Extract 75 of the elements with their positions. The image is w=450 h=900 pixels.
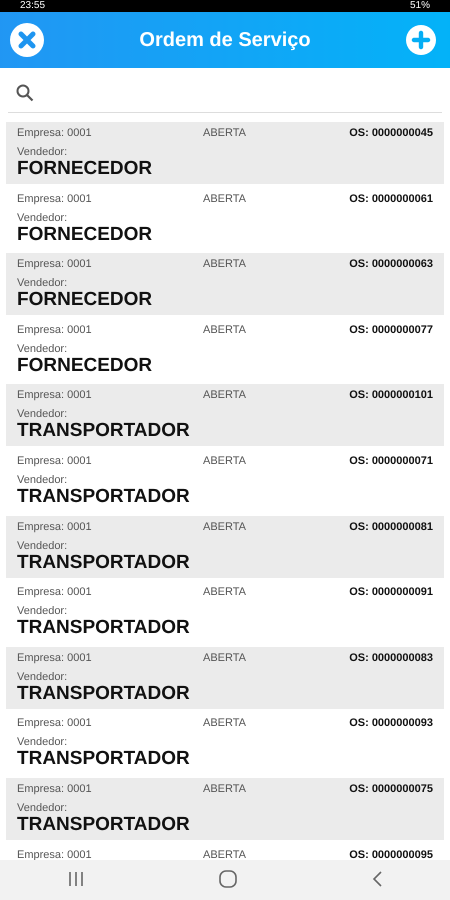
- seller-name: TRANSPORTADOR: [17, 552, 191, 574]
- company-text: Empresa: 0001: [17, 454, 93, 468]
- order-card[interactable]: Empresa: 0001 ABERTA OS: 0000000091 Vendedor: TRANSPORTADOR: [6, 581, 444, 644]
- seller-name: FORNECEDOR: [17, 354, 154, 377]
- seller-name: TRANSPORTADOR: [17, 420, 191, 442]
- seller-label: Vendedor:: [17, 408, 68, 420]
- status-text: ABERTA: [203, 782, 247, 796]
- status-text: ABERTA: [203, 126, 247, 140]
- company-text: Empresa: 0001: [17, 126, 93, 140]
- search-icon: [16, 84, 34, 102]
- company-text: Empresa: 0001: [17, 716, 93, 730]
- order-card[interactable]: Empresa: 0001 ABERTA OS: 0000000071 Vendedor: TRANSPORTADOR: [6, 450, 444, 512]
- company-text: Empresa: 0001: [17, 322, 93, 337]
- seller-name: TRANSPORTADOR: [17, 486, 191, 508]
- seller-label: Vendedor:: [17, 540, 68, 552]
- close-button[interactable]: [10, 23, 44, 57]
- seller-name: FORNECEDOR: [17, 289, 154, 312]
- order-number: OS: 0000000061: [349, 192, 433, 206]
- company-text: Empresa: 0001: [17, 585, 93, 600]
- status-text: ABERTA: [203, 257, 247, 272]
- seller-label: Vendedor:: [17, 802, 68, 814]
- seller-name: TRANSPORTADOR: [17, 682, 191, 705]
- status-text: ABERTA: [203, 650, 247, 665]
- seller-label: Vendedor:: [17, 146, 68, 158]
- status-time: 23:55: [20, 0, 46, 12]
- order-card[interactable]: Empresa: 0001 ABERTA OS: 0000000075 Vendedor: TRANSPORTADOR: [6, 778, 444, 840]
- order-number: OS: 0000000075: [349, 782, 433, 796]
- order-number: OS: 0000000093: [349, 716, 433, 730]
- company-text: Empresa: 0001: [17, 192, 93, 206]
- order-number: OS: 0000000045: [349, 126, 433, 140]
- battery-level: 51%: [410, 0, 430, 12]
- status-text: ABERTA: [203, 848, 247, 860]
- status-text: ABERTA: [203, 520, 247, 534]
- order-number: OS: 0000000081: [349, 520, 433, 534]
- company-text: Empresa: 0001: [17, 257, 93, 272]
- page-title: Ordem de Serviço: [139, 28, 311, 52]
- order-card[interactable]: Empresa: 0001 ABERTA OS: 0000000077 Vendedor: FORNECEDOR: [6, 318, 444, 381]
- seller-name: FORNECEDOR: [17, 158, 154, 180]
- status-text: ABERTA: [203, 388, 247, 402]
- order-number: OS: 0000000071: [349, 454, 433, 468]
- seller-label: Vendedor:: [17, 212, 68, 224]
- order-card[interactable]: Empresa: 0001 ABERTA OS: 0000000061 Vendedor: FORNECEDOR: [6, 188, 444, 250]
- company-text: Empresa: 0001: [17, 388, 93, 402]
- order-card[interactable]: Empresa: 0001 ABERTA OS: 0000000101 Vendedor: TRANSPORTADOR: [6, 384, 444, 446]
- seller-label: Vendedor:: [17, 277, 68, 290]
- order-number: OS: 0000000095: [349, 848, 433, 860]
- company-text: Empresa: 0001: [17, 782, 93, 796]
- status-text: ABERTA: [203, 716, 247, 730]
- order-card[interactable]: Empresa: 0001 ABERTA OS: 0000000045 Vendedor: FORNECEDOR: [6, 122, 444, 184]
- order-card[interactable]: Empresa: 0001 ABERTA OS: 0000000083 Vendedor: TRANSPORTADOR: [6, 646, 444, 709]
- order-number: OS: 0000000063: [349, 257, 433, 272]
- seller-name: TRANSPORTADOR: [17, 617, 191, 640]
- seller-label: Vendedor:: [17, 474, 68, 486]
- order-number: OS: 0000000083: [349, 650, 433, 665]
- company-text: Empresa: 0001: [17, 848, 93, 860]
- status-text: ABERTA: [203, 322, 247, 337]
- seller-name: TRANSPORTADOR: [17, 814, 191, 836]
- status-text: ABERTA: [203, 454, 247, 468]
- seller-label: Vendedor:: [17, 342, 68, 355]
- order-number: OS: 0000000077: [349, 322, 433, 337]
- status-text: ABERTA: [203, 192, 247, 206]
- seller-label: Vendedor:: [17, 736, 68, 748]
- order-card[interactable]: Empresa: 0001 ABERTA OS: 0000000095: [6, 844, 444, 860]
- order-card[interactable]: Empresa: 0001 ABERTA OS: 0000000063 Vendedor: FORNECEDOR: [6, 253, 444, 316]
- status-text: ABERTA: [203, 585, 247, 600]
- order-number: OS: 0000000091: [349, 585, 433, 600]
- seller-name: FORNECEDOR: [17, 224, 154, 246]
- company-text: Empresa: 0001: [17, 650, 93, 665]
- seller-label: Vendedor:: [17, 670, 68, 683]
- seller-label: Vendedor:: [17, 605, 68, 618]
- seller-name: TRANSPORTADOR: [17, 748, 191, 770]
- company-text: Empresa: 0001: [17, 520, 93, 534]
- order-number: OS: 0000000101: [349, 388, 433, 402]
- order-card[interactable]: Empresa: 0001 ABERTA OS: 0000000081 Vendedor: TRANSPORTADOR: [6, 516, 444, 578]
- order-card[interactable]: Empresa: 0001 ABERTA OS: 0000000093 Vendedor: TRANSPORTADOR: [6, 712, 444, 774]
